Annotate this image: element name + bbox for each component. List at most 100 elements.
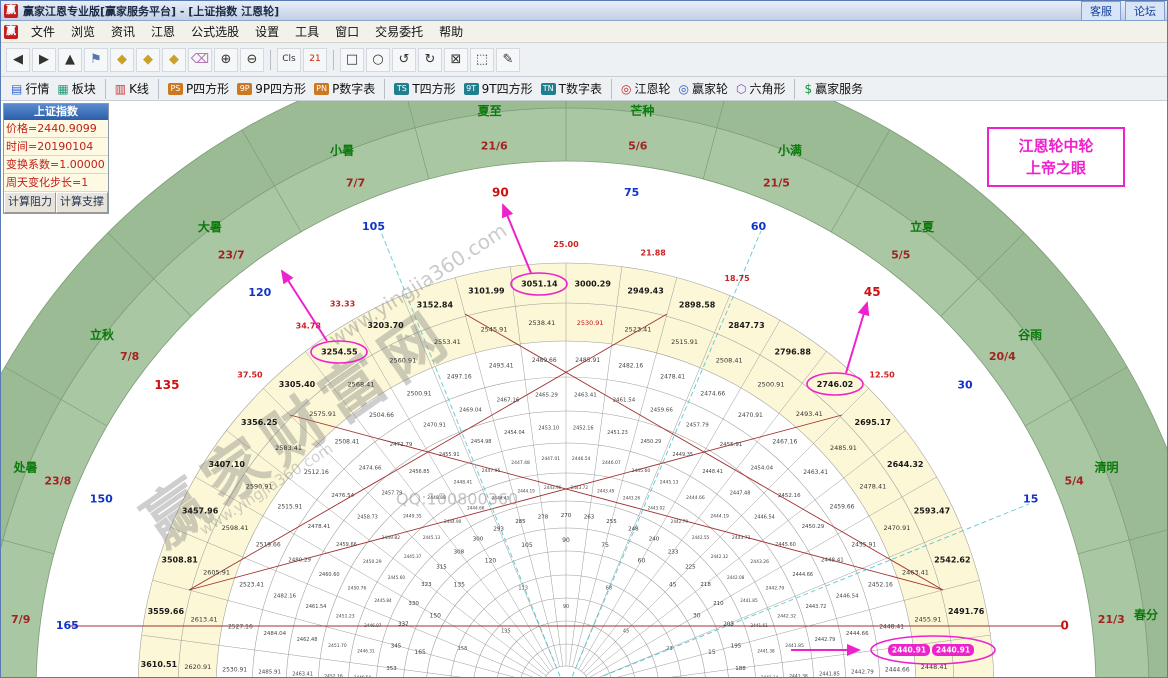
svg-text:2454.98: 2454.98 <box>471 439 492 445</box>
tool-t-square[interactable]: TST四方形 <box>394 80 455 97</box>
quote-panel: 上证指数价格=2440.9099时间=20190104变换系数=1.00000周… <box>3 103 109 214</box>
quotes-icon: ▤ <box>11 82 22 96</box>
tool-p-square[interactable]: PSP四方形 <box>168 80 229 97</box>
toolbar-separator <box>611 79 612 99</box>
rotate-left-icon[interactable]: ↺ <box>392 48 416 72</box>
svg-text:45: 45 <box>864 285 881 299</box>
svg-text:2457.79: 2457.79 <box>686 423 709 429</box>
svg-text:2463.41: 2463.41 <box>574 393 597 399</box>
svg-text:2448.41: 2448.41 <box>879 623 904 630</box>
svg-text:158: 158 <box>458 646 468 652</box>
svg-text:225: 225 <box>685 564 696 570</box>
diamond-2-icon[interactable]: ◆ <box>136 48 160 72</box>
tool-9p-square[interactable]: 9P9P四方形 <box>237 80 306 97</box>
tool-label: 9T四方形 <box>482 80 533 97</box>
tool-winner-wheel[interactable]: ◎赢家轮 <box>678 80 728 97</box>
tool-label: 赢家轮 <box>692 80 728 97</box>
svg-text:45: 45 <box>669 581 677 588</box>
svg-text:60: 60 <box>751 220 767 233</box>
svg-text:2449.35: 2449.35 <box>672 452 693 458</box>
panel-button-0[interactable]: 计算阻力 <box>4 192 56 213</box>
tool-sectors[interactable]: ▦板块 <box>57 80 95 97</box>
svg-text:2493.41: 2493.41 <box>796 410 823 418</box>
eraser-icon[interactable]: ⌫ <box>188 48 212 72</box>
rotate-right-icon[interactable]: ↻ <box>418 48 442 72</box>
svg-text:150: 150 <box>90 492 113 505</box>
menu-item-7[interactable]: 窗口 <box>327 21 367 42</box>
close-box-icon[interactable]: ⊠ <box>444 48 468 72</box>
tool-hexagon[interactable]: ⬡六角形 <box>736 80 786 97</box>
zoom-in-icon[interactable]: ⊕ <box>214 48 238 72</box>
rect-tool-icon[interactable]: □ <box>340 48 364 72</box>
tool-label: 行情 <box>25 80 49 97</box>
svg-text:2446.07: 2446.07 <box>364 623 382 628</box>
svg-text:2443.26: 2443.26 <box>623 495 641 500</box>
tool-p-number-table[interactable]: PNP数字表 <box>314 80 375 97</box>
svg-text:2590.91: 2590.91 <box>246 482 273 490</box>
menu-item-8[interactable]: 交易委托 <box>367 21 431 42</box>
brush-icon[interactable]: ✎ <box>496 48 520 72</box>
svg-text:2443.96: 2443.96 <box>544 485 562 490</box>
svg-text:23: 23 <box>666 646 672 652</box>
toolbar-separator <box>158 79 159 99</box>
toolbar-separator <box>333 50 334 70</box>
menu-item-5[interactable]: 设置 <box>247 21 287 42</box>
menu-item-3[interactable]: 江恩 <box>143 21 183 42</box>
tool-gann-wheel[interactable]: ◎江恩轮 <box>621 80 671 97</box>
menu-item-9[interactable]: 帮助 <box>431 21 471 42</box>
tool-label: 赢家服务 <box>815 80 863 97</box>
pointer-icon[interactable]: ▲ <box>58 48 82 72</box>
svg-text:2470.91: 2470.91 <box>884 524 911 532</box>
diamond-3-icon[interactable]: ◆ <box>162 48 186 72</box>
zoom-out-icon[interactable]: ⊖ <box>240 48 264 72</box>
view-toolbar: ▤行情 ▦板块 ▥K线 PSP四方形 9P9P四方形 PNP数字表 TST四方形 9T9T四方… <box>1 77 1167 101</box>
svg-text:20/4: 20/4 <box>989 350 1016 363</box>
svg-text:2478.41: 2478.41 <box>660 374 685 381</box>
svg-text:2448.41: 2448.41 <box>821 558 844 564</box>
svg-text:2463.41: 2463.41 <box>902 569 929 577</box>
cls-tool[interactable]: Cls <box>277 48 301 72</box>
svg-text:188: 188 <box>735 666 746 672</box>
svg-text:263: 263 <box>584 514 595 520</box>
tool-9t-square[interactable]: 9T9T四方形 <box>464 80 533 97</box>
diamond-1-icon[interactable]: ◆ <box>110 48 134 72</box>
tool-quotes[interactable]: ▤行情 <box>11 80 49 97</box>
tool-t-number-table[interactable]: TNT数字表 <box>541 80 602 97</box>
svg-text:2575.91: 2575.91 <box>309 410 336 418</box>
menu-item-2[interactable]: 资讯 <box>103 21 143 42</box>
menu-item-4[interactable]: 公式选股 <box>183 21 247 42</box>
titlebar-button-0[interactable]: 客服 <box>1081 1 1121 21</box>
svg-text:3305.40: 3305.40 <box>279 380 316 389</box>
menu-item-6[interactable]: 工具 <box>287 21 327 42</box>
svg-text:3610.51: 3610.51 <box>141 660 178 669</box>
svg-text:2455.91: 2455.91 <box>851 541 876 548</box>
tool-winner-service[interactable]: $赢家服务 <box>804 80 863 97</box>
menu-item-0[interactable]: 文件 <box>23 21 63 42</box>
svg-text:5/5: 5/5 <box>891 249 910 262</box>
dashed-box-icon[interactable]: ⬚ <box>470 48 494 72</box>
svg-text:0: 0 <box>1061 619 1069 633</box>
svg-text:3000.29: 3000.29 <box>574 280 611 289</box>
svg-text:2493.41: 2493.41 <box>489 362 514 369</box>
calendar-tool[interactable]: 21 <box>303 48 327 72</box>
panel-button-1[interactable]: 计算支撑 <box>56 192 108 213</box>
titlebar-button-1[interactable]: 论坛 <box>1125 1 1165 21</box>
hexagon-icon: ⬡ <box>736 82 746 96</box>
gann-wheel-chart[interactable]: 赢家财富网www.yingjia360.comwww.yingjia360.co… <box>1 101 1168 678</box>
tool-kline[interactable]: ▥K线 <box>115 80 149 97</box>
svg-text:15: 15 <box>1023 492 1038 505</box>
svg-text:255: 255 <box>606 519 617 525</box>
svg-text:2482.16: 2482.16 <box>618 362 643 369</box>
svg-text:2447.48: 2447.48 <box>730 490 751 496</box>
back-icon[interactable]: ◀ <box>6 48 30 72</box>
svg-text:2605.91: 2605.91 <box>203 569 230 577</box>
svg-text:15: 15 <box>708 649 716 656</box>
flag-icon[interactable]: ⚑ <box>84 48 108 72</box>
toolbar-separator <box>384 79 385 99</box>
svg-text:135: 135 <box>454 581 466 588</box>
menubar: 赢文件浏览资讯江恩公式选股设置工具窗口交易委托帮助 <box>1 21 1167 43</box>
app-window: 赢 赢家江恩专业版[赢家服务平台] - [上证指数 江恩轮] 客服论坛 赢文件浏… <box>0 0 1168 678</box>
menu-item-1[interactable]: 浏览 <box>63 21 103 42</box>
forward-icon[interactable]: ▶ <box>32 48 56 72</box>
lasso-tool-icon[interactable]: ○ <box>366 48 390 72</box>
